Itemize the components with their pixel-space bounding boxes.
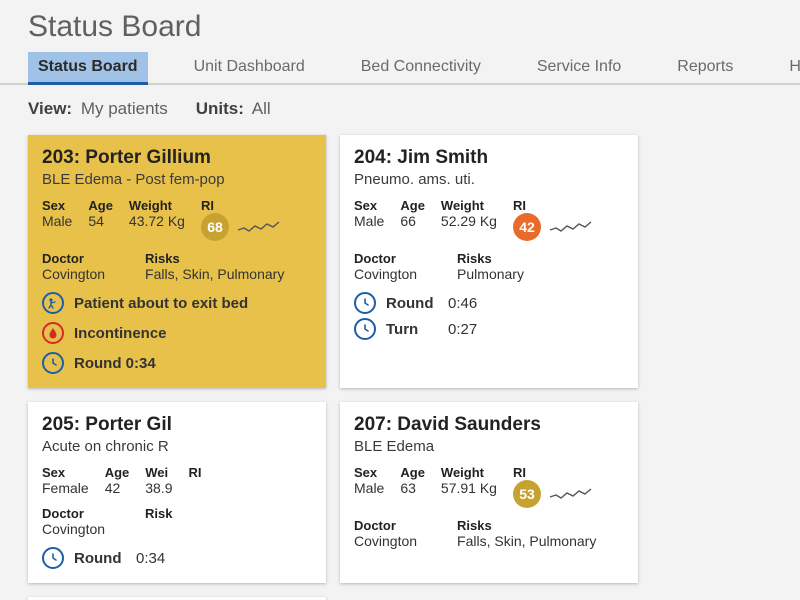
stat-sex: SexMale [42, 198, 72, 229]
filter-view-value: My patients [81, 99, 168, 118]
timer-label: Round [74, 550, 126, 567]
stat-sex: SexFemale [42, 465, 89, 496]
risks: RisksFalls, Skin, Pulmonary [457, 518, 596, 549]
clock-icon [42, 547, 64, 569]
sparkline-icon [549, 485, 595, 503]
room-name: 205: Porter Gil [42, 414, 312, 436]
tab-bar: Status Board Unit Dashboard Bed Connecti… [0, 52, 800, 85]
diagnosis: Pneumo. ams. uti. [354, 171, 624, 188]
drop-icon [42, 322, 64, 344]
doctor-risk-row: DoctorCovington RisksFalls, Skin, Pulmona… [42, 251, 312, 282]
filter-units-value: All [252, 99, 271, 118]
risks: Risk [145, 506, 172, 537]
patient-card[interactable]: 205: Porter Gil Acute on chronic R SexFema… [28, 402, 326, 583]
clock-icon [354, 292, 376, 314]
room-name: 203: Porter Gillium [42, 147, 312, 169]
ri-badge: 42 [513, 213, 541, 241]
sparkline-icon [237, 218, 283, 236]
timer-list: Round 0:34 [42, 547, 312, 569]
stats-row: SexMale Age66 Weight52.29 Kg RI42 [354, 198, 624, 241]
tab-status-board[interactable]: Status Board [28, 52, 148, 85]
patient-board: 203: Porter Gillium BLE Edema - Post fem-… [0, 129, 800, 600]
stat-sex: SexMale [354, 198, 384, 229]
patient-card[interactable]: 207: David Saunders BLE Edema SexMale Age63… [340, 402, 638, 583]
filter-view-label: View: [28, 99, 72, 118]
alert-list: Patient about to exit bed Incontinence Rou… [42, 292, 312, 374]
timer-round: Round 0:46 [354, 292, 624, 314]
room-name: 204: Jim Smith [354, 147, 624, 169]
filter-view[interactable]: View: My patients [28, 99, 168, 119]
stat-weight: Weight52.29 Kg [441, 198, 497, 229]
patient-card[interactable]: 203: Porter Gillium BLE Edema - Post fem-… [28, 135, 326, 388]
bed-exit-icon [42, 292, 64, 314]
stat-age: Age66 [400, 198, 425, 229]
tab-reports[interactable]: Reports [667, 52, 743, 83]
timer-round: Round 0:34 [42, 547, 312, 569]
diagnosis: BLE Edema - Post fem-pop [42, 171, 312, 188]
tab-unit-dashboard[interactable]: Unit Dashboard [184, 52, 315, 83]
stat-weight: Wei38.9 [145, 465, 172, 496]
doctor: DoctorCovington [354, 518, 417, 549]
alert-text: Patient about to exit bed [74, 295, 248, 312]
stats-row: SexMale Age63 Weight57.91 Kg RI53 [354, 465, 624, 508]
doctor: DoctorCovington [42, 251, 105, 282]
doctor: DoctorCovington [354, 251, 417, 282]
alert-item: Round 0:34 [42, 352, 312, 374]
timer-value: 0:34 [136, 550, 165, 567]
risks: RisksPulmonary [457, 251, 524, 282]
timer-value: 0:27 [448, 321, 477, 338]
stats-row: SexFemale Age42 Wei38.9 RI [42, 465, 312, 496]
page-title: Status Board [0, 0, 800, 52]
doctor-risk-row: DoctorCovington RisksPulmonary [354, 251, 624, 282]
alert-text: Incontinence [74, 325, 167, 342]
ri-badge: 68 [201, 213, 229, 241]
stat-ri: RI [189, 465, 202, 480]
filter-units[interactable]: Units: All [196, 99, 271, 119]
timer-label: Round [386, 295, 438, 312]
stat-age: Age42 [105, 465, 130, 496]
timer-list: Round 0:46 Turn 0:27 [354, 292, 624, 340]
stat-ri: RI42 [513, 198, 595, 241]
ri-badge: 53 [513, 480, 541, 508]
tab-service-info[interactable]: Service Info [527, 52, 631, 83]
stat-weight: Weight57.91 Kg [441, 465, 497, 496]
stat-ri: RI53 [513, 465, 595, 508]
diagnosis: Acute on chronic R [42, 438, 312, 455]
patient-card[interactable]: 204: Jim Smith Pneumo. ams. uti. SexMale Ag… [340, 135, 638, 388]
tab-bed-connectivity[interactable]: Bed Connectivity [351, 52, 491, 83]
timer-label: Turn [386, 321, 438, 338]
clock-icon [354, 318, 376, 340]
risks: RisksFalls, Skin, Pulmonary [145, 251, 284, 282]
stats-row: SexMale Age54 Weight43.72 Kg RI68 [42, 198, 312, 241]
stat-weight: Weight43.72 Kg [129, 198, 185, 229]
timer-value: 0:46 [448, 295, 477, 312]
doctor-risk-row: DoctorCovington RisksFalls, Skin, Pulmona… [354, 518, 624, 549]
filter-units-label: Units: [196, 99, 244, 118]
tab-hospital[interactable]: Hospital A [779, 52, 800, 83]
alert-item: Incontinence [42, 322, 312, 344]
stat-sex: SexMale [354, 465, 384, 496]
stat-age: Age63 [400, 465, 425, 496]
alert-item: Patient about to exit bed [42, 292, 312, 314]
stat-ri: RI68 [201, 198, 283, 241]
sparkline-icon [549, 218, 595, 236]
room-name: 207: David Saunders [354, 414, 624, 436]
stat-age: Age54 [88, 198, 113, 229]
diagnosis: BLE Edema [354, 438, 624, 455]
doctor: DoctorCovington [42, 506, 105, 537]
clock-icon [42, 352, 64, 374]
filter-bar: View: My patients Units: All [0, 85, 800, 129]
doctor-risk-row: DoctorCovington Risk [42, 506, 312, 537]
timer-turn: Turn 0:27 [354, 318, 624, 340]
alert-text: Round 0:34 [74, 355, 156, 372]
